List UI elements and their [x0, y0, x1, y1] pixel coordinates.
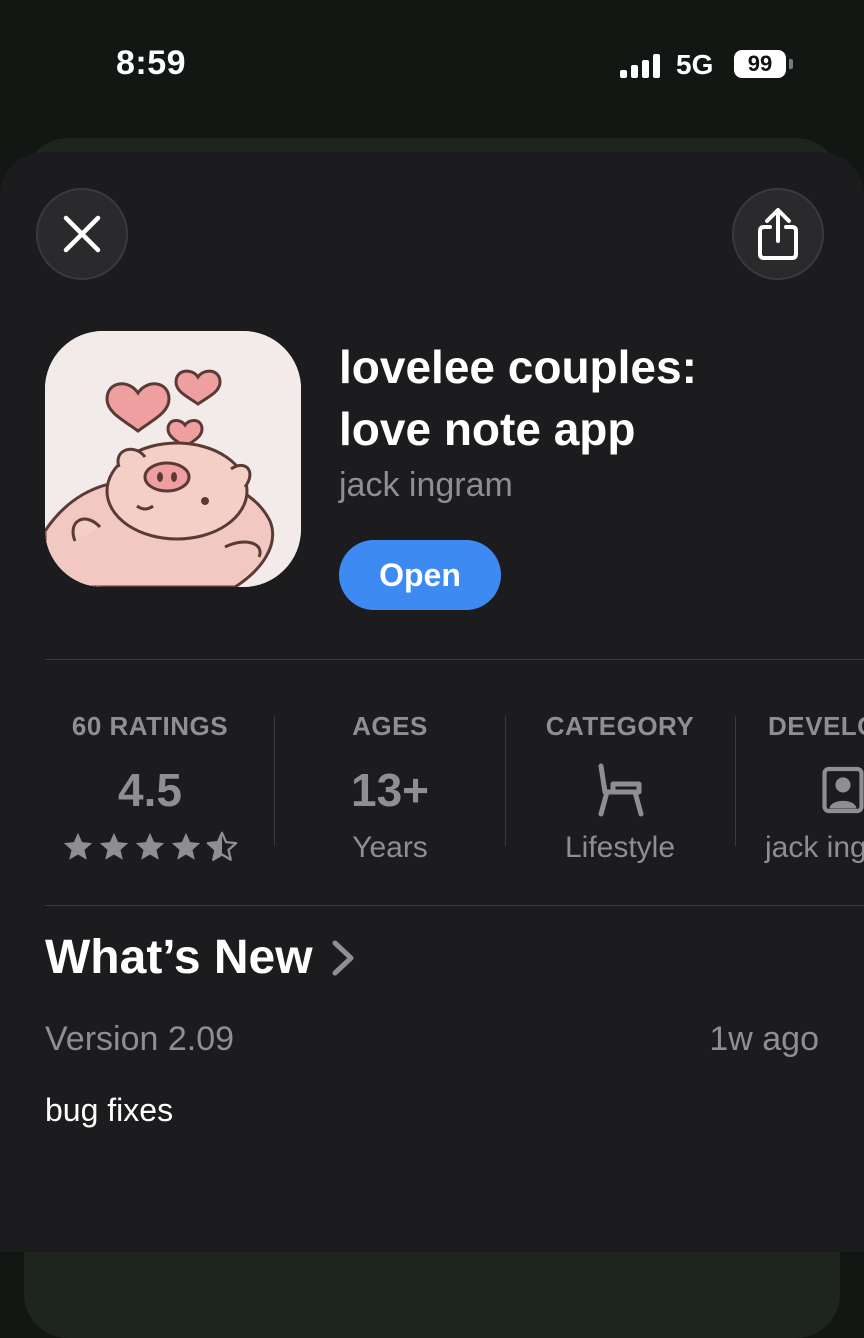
ratings-label: 60 RATINGS: [71, 711, 229, 741]
star-icon: [99, 832, 129, 860]
star-icon: [63, 832, 93, 860]
age-rating-value: 13+: [350, 764, 430, 816]
developer-sub: jack ingram: [765, 831, 864, 864]
ages-label: AGES: [352, 711, 428, 741]
ratings-info[interactable]: 60 RATINGS 4.5: [35, 708, 265, 870]
close-button[interactable]: [36, 188, 128, 280]
star-icon: [171, 832, 201, 860]
chevron-right-icon: [332, 940, 354, 975]
signal-icon: [620, 54, 664, 78]
chair-icon: [598, 763, 644, 817]
release-notes: bug fixes: [45, 1092, 174, 1128]
app-title-line: love note app: [339, 403, 636, 455]
app-title-line: lovelee couples:: [339, 341, 697, 393]
share-button[interactable]: [732, 188, 824, 280]
share-icon: [758, 208, 798, 260]
star-rating: [35, 830, 265, 870]
ages-sub: Years: [352, 831, 428, 864]
developer-label: DEVELOPER: [768, 711, 864, 741]
network-type: 5G: [676, 49, 714, 80]
version-text: Version 2.09: [45, 1020, 235, 1058]
status-time: 8:59: [116, 44, 187, 82]
release-time-ago: 1w ago: [709, 1020, 819, 1058]
app-detail-sheet: [0, 152, 864, 1252]
star-icon: [135, 832, 165, 860]
column-separator: [735, 716, 736, 846]
category-label: CATEGORY: [545, 711, 695, 741]
whats-new-header[interactable]: What’s New: [45, 930, 355, 985]
app-title: lovelee couples: love note app: [339, 336, 819, 460]
divider: [45, 905, 864, 906]
divider: [45, 659, 864, 660]
developer-info[interactable]: DEVELOPER jack ingram: [738, 708, 864, 868]
developer-link[interactable]: jack ingram: [339, 466, 513, 505]
category-sub: Lifestyle: [564, 831, 676, 864]
half-star-icon: [206, 831, 238, 861]
battery-indicator: 99: [734, 50, 786, 78]
rating-value: 4.5: [118, 764, 182, 816]
whats-new-title: What’s New: [45, 931, 313, 984]
category-info[interactable]: CATEGORY Lifestyle: [505, 708, 735, 868]
ages-info[interactable]: AGES 13+ Years: [275, 708, 505, 868]
app-icon: [45, 331, 301, 587]
person-icon: [822, 766, 864, 814]
battery-nub: [789, 59, 793, 69]
close-icon: [63, 215, 101, 253]
open-button[interactable]: Open: [339, 540, 501, 610]
